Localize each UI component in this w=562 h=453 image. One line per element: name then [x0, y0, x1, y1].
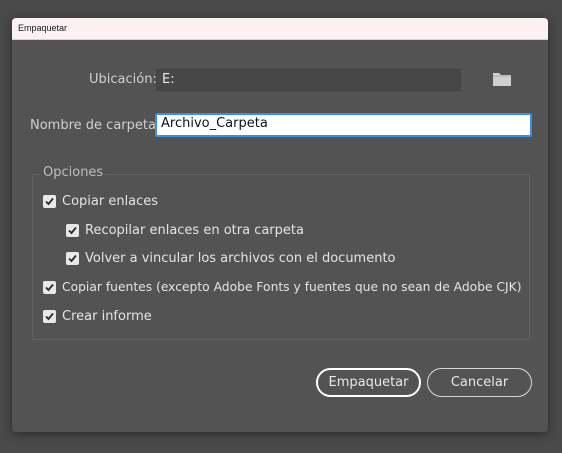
- package-button[interactable]: Empaquetar: [316, 368, 421, 397]
- copy-fonts-label: Copiar fuentes (excepto Adobe Fonts y fu…: [62, 280, 522, 294]
- package-dialog: Empaquetar Ubicación: E: Nombre de carpe…: [12, 18, 548, 432]
- relink-files-checkbox[interactable]: Volver a vincular los archivos con el do…: [66, 250, 396, 266]
- collect-links-label: Recopilar enlaces en otra carpeta: [85, 222, 304, 238]
- checkmark-icon: [66, 251, 79, 265]
- location-label: Ubicación:: [89, 72, 157, 87]
- dialog-title: Empaquetar: [18, 23, 68, 33]
- location-field[interactable]: E:: [156, 69, 461, 91]
- copy-links-label: Copiar enlaces: [62, 193, 159, 209]
- cancel-button[interactable]: Cancelar: [427, 368, 532, 397]
- create-report-checkbox[interactable]: Crear informe: [43, 308, 152, 324]
- checkmark-icon: [43, 280, 56, 294]
- checkmark-icon: [66, 223, 79, 237]
- relink-files-label: Volver a vincular los archivos con el do…: [85, 250, 396, 266]
- dialog-titlebar[interactable]: Empaquetar: [12, 18, 548, 40]
- checkmark-icon: [43, 309, 56, 323]
- folder-name-input[interactable]: Archivo_Carpeta: [155, 113, 532, 137]
- folder-name-label: Nombre de carpeta:: [30, 118, 161, 133]
- copy-fonts-checkbox[interactable]: Copiar fuentes (excepto Adobe Fonts y fu…: [43, 279, 522, 295]
- copy-links-checkbox[interactable]: Copiar enlaces: [43, 193, 158, 209]
- checkmark-icon: [43, 194, 56, 208]
- collect-links-checkbox[interactable]: Recopilar enlaces en otra carpeta: [66, 222, 304, 238]
- options-group-title: Opciones: [41, 165, 106, 180]
- create-report-label: Crear informe: [62, 308, 152, 324]
- folder-icon[interactable]: [492, 71, 512, 87]
